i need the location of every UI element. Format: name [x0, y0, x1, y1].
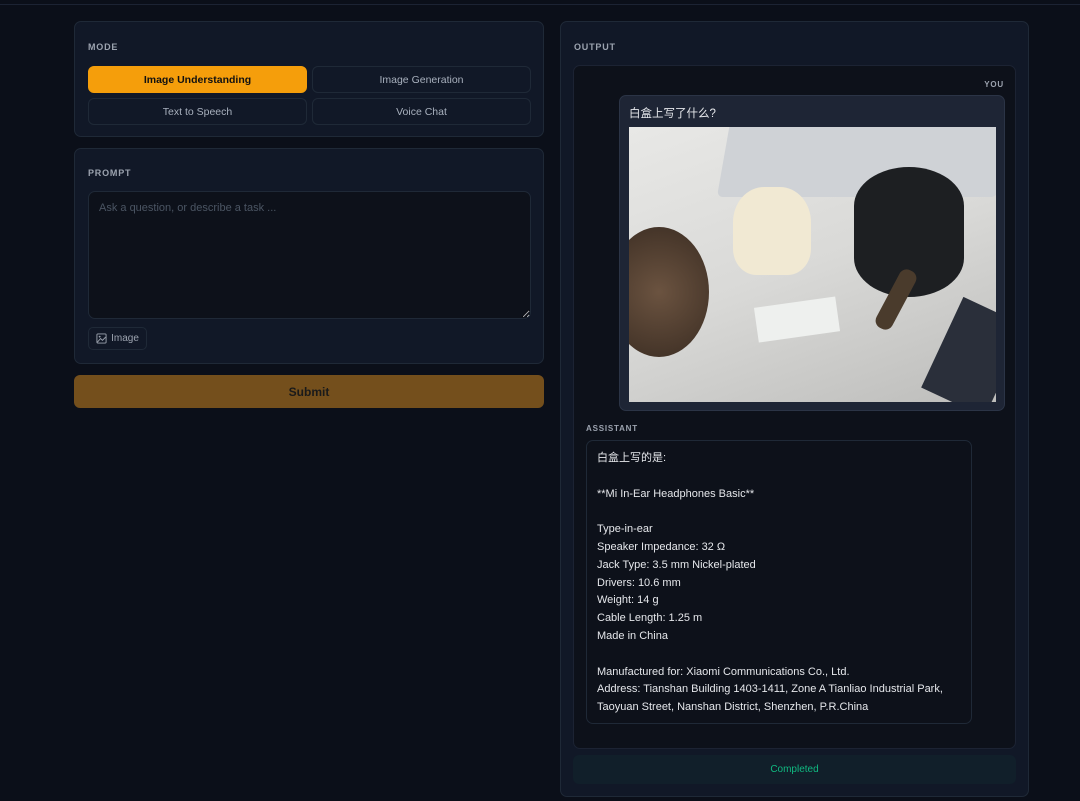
- assistant-message: 白盒上写的是: **Mi In-Ear Headphones Basic** Typ…: [586, 440, 972, 724]
- assistant-line: [597, 468, 961, 486]
- mode-card: MODE Image Understanding Image Generatio…: [74, 21, 544, 137]
- attach-image-label: Image: [111, 333, 139, 344]
- status-completed: Completed: [573, 755, 1016, 784]
- attach-image-button[interactable]: Image: [88, 327, 147, 350]
- assistant-line: Speaker Impedance: 32 Ω: [597, 540, 726, 553]
- mode-voice-chat[interactable]: Voice Chat: [312, 98, 531, 125]
- mode-text-to-speech[interactable]: Text to Speech: [88, 98, 307, 125]
- prompt-card: PROMPT Image: [74, 148, 544, 364]
- user-label: YOU: [984, 80, 1004, 89]
- assistant-line: Address: Tianshan Building 1403-1411, Zo…: [597, 683, 943, 696]
- assistant-line: [597, 646, 961, 664]
- assistant-line: Manufactured for: Xiaomi Communications …: [597, 665, 850, 678]
- assistant-label: ASSISTANT: [586, 424, 638, 433]
- assistant-line: [597, 503, 961, 521]
- assistant-line: Cable Length: 1.25 m: [597, 612, 703, 625]
- prompt-label: PROMPT: [88, 168, 132, 178]
- assistant-line: Made in China: [597, 629, 668, 642]
- prompt-input[interactable]: [88, 191, 531, 319]
- assistant-line: **Mi In-Ear Headphones Basic**: [597, 487, 755, 500]
- assistant-line: Jack Type: 3.5 mm Nickel-plated: [597, 558, 756, 571]
- image-icon: [96, 333, 107, 344]
- user-message-text: 白盒上写了什么?: [629, 108, 716, 120]
- output-card: OUTPUT YOU 白盒上写了什么? ASSISTANT 白盒上写的是: **M…: [560, 21, 1029, 797]
- assistant-line: Taoyuan Street, Nanshan District, Shenzh…: [597, 701, 869, 714]
- mode-image-generation[interactable]: Image Generation: [312, 66, 531, 93]
- mode-image-understanding[interactable]: Image Understanding: [88, 66, 307, 93]
- user-message: 白盒上写了什么?: [619, 95, 1005, 411]
- assistant-line: Drivers: 10.6 mm: [597, 576, 681, 589]
- top-divider: [0, 0, 1080, 5]
- uploaded-photo: [629, 127, 996, 402]
- mode-label: MODE: [88, 42, 119, 52]
- conversation-area[interactable]: YOU 白盒上写了什么? ASSISTANT 白盒上写的是: **Mi In-Ea…: [573, 65, 1016, 749]
- output-label: OUTPUT: [574, 42, 616, 52]
- assistant-line: 白盒上写的是:: [597, 452, 667, 464]
- assistant-line: Type-in-ear: [597, 523, 653, 536]
- assistant-line: Weight: 14 g: [597, 594, 659, 607]
- submit-button[interactable]: Submit: [74, 375, 544, 408]
